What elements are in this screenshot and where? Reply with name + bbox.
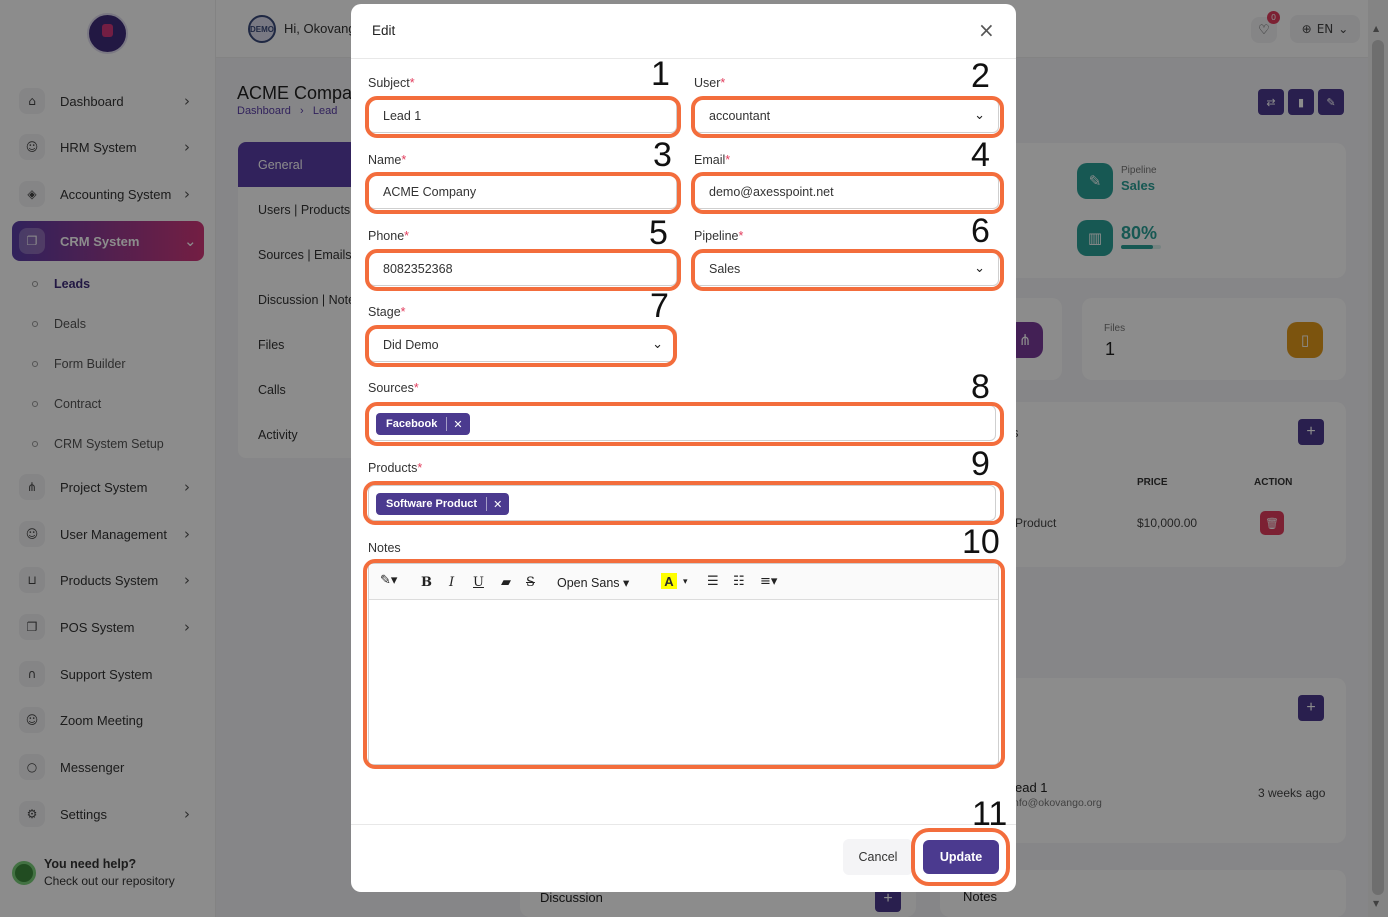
- highlight-pipeline: [691, 249, 1004, 291]
- close-icon[interactable]: ×: [978, 18, 995, 42]
- user-label: User*: [694, 76, 726, 90]
- highlight-stage: [365, 325, 677, 367]
- modal-title: Edit: [372, 23, 396, 38]
- highlight-user: [691, 96, 1004, 138]
- step-number: 9: [971, 445, 990, 483]
- highlight-notes: [363, 559, 1005, 769]
- pipeline-label: Pipeline*: [694, 229, 744, 243]
- highlight-update: [911, 828, 1010, 886]
- highlight-name: [365, 172, 681, 214]
- stage-label: Stage*: [368, 305, 406, 319]
- step-number: 8: [971, 368, 990, 406]
- highlight-phone: [365, 249, 681, 291]
- notes-label: Notes: [368, 541, 401, 555]
- email-label: Email*: [694, 153, 731, 167]
- highlight-email: [691, 172, 1004, 214]
- step-number: 3: [653, 136, 672, 174]
- edit-lead-modal: Edit × Subject* Lead 1 User* accountant ⌄…: [351, 4, 1016, 892]
- cancel-button[interactable]: Cancel: [843, 839, 913, 875]
- step-number: 11: [972, 795, 1008, 833]
- subject-label: Subject*: [368, 76, 415, 90]
- highlight-sources: [365, 402, 1004, 446]
- highlight-subject: [365, 96, 681, 138]
- products-label: Products*: [368, 461, 423, 475]
- step-number: 6: [971, 212, 990, 250]
- modal-header: Edit ×: [351, 4, 1016, 59]
- step-number: 2: [971, 57, 990, 95]
- phone-label: Phone*: [368, 229, 410, 243]
- name-label: Name*: [368, 153, 407, 167]
- step-number: 4: [971, 136, 990, 174]
- step-number: 5: [649, 214, 668, 252]
- step-number: 7: [650, 287, 669, 325]
- step-number: 10: [962, 523, 1000, 561]
- step-number: 1: [651, 55, 670, 93]
- sources-label: Sources*: [368, 381, 419, 395]
- highlight-products: [363, 481, 1004, 525]
